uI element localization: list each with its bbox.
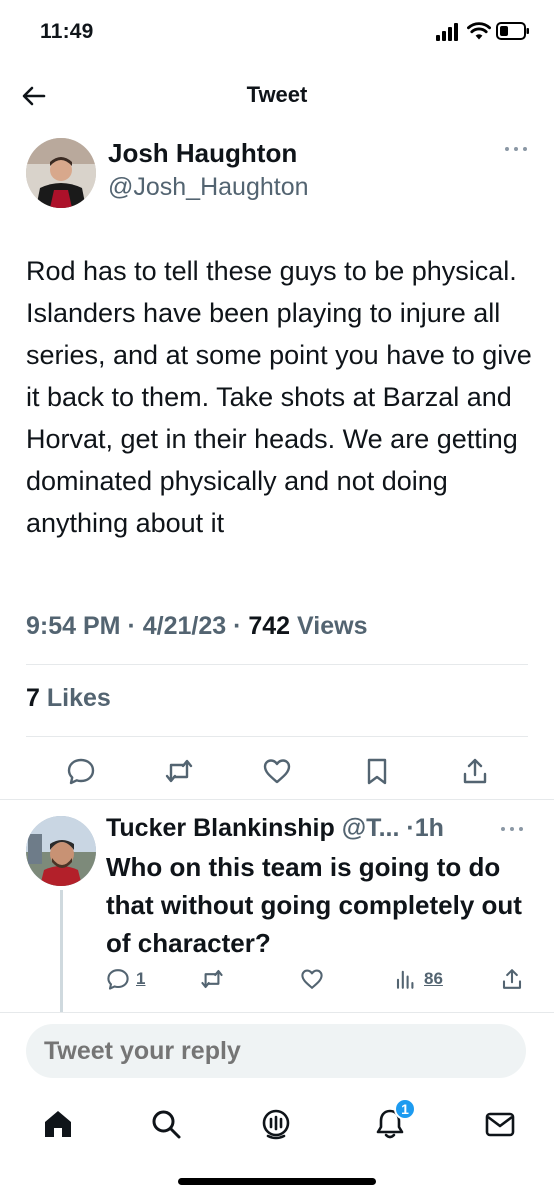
home-indicator	[178, 1178, 376, 1185]
like-heart-icon[interactable]	[262, 756, 292, 786]
meta-separator: ·	[127, 612, 143, 640]
battery-icon	[496, 22, 529, 40]
views-count[interactable]: 742	[248, 612, 290, 640]
cellular-signal-icon	[436, 23, 462, 41]
likes-label[interactable]: Likes	[47, 684, 111, 712]
home-icon[interactable]	[40, 1106, 76, 1142]
reply-header: Tucker Blankinship @T... ·1h	[106, 814, 444, 843]
likes-summary[interactable]: 7 Likes	[26, 684, 111, 713]
reply-like-button[interactable]	[300, 964, 324, 994]
status-time: 11:49	[40, 20, 94, 43]
spaces-icon[interactable]	[258, 1106, 294, 1142]
reply-author-name[interactable]: Tucker Blankinship	[106, 814, 335, 842]
divider	[26, 736, 528, 737]
reply-icon[interactable]	[66, 756, 96, 786]
retweet-icon	[201, 969, 223, 989]
reply-author-handle[interactable]: @T...	[342, 814, 400, 842]
analytics-bars-icon	[396, 970, 414, 989]
reply-reply-button[interactable]: 1	[106, 964, 145, 994]
views-label[interactable]: Views	[297, 612, 367, 640]
reply-age: 1h	[414, 814, 444, 842]
share-icon[interactable]	[460, 756, 490, 786]
notifications-badge: 1	[394, 1098, 416, 1120]
like-heart-icon	[301, 969, 323, 989]
bottom-tab-bar	[0, 1096, 554, 1152]
status-bar: 11:49	[0, 0, 554, 64]
divider	[26, 664, 528, 665]
divider	[0, 1012, 554, 1013]
top-nav: Tweet	[0, 64, 554, 128]
reply-author-avatar[interactable]	[26, 816, 96, 886]
reply-retweet-button[interactable]	[200, 964, 224, 994]
search-icon[interactable]	[148, 1106, 184, 1142]
more-options-icon[interactable]	[502, 142, 530, 156]
messages-envelope-icon[interactable]	[482, 1106, 518, 1142]
tweet-time: 9:54 PM	[26, 612, 121, 640]
reply-icon	[107, 969, 129, 990]
divider	[0, 799, 554, 800]
share-icon	[502, 969, 522, 989]
tweet-meta: 9:54 PM · 4/21/23 · 742 Views	[26, 612, 367, 641]
author-avatar[interactable]	[26, 138, 96, 208]
tweet-date: 4/21/23	[142, 612, 227, 640]
reply-share-button[interactable]	[500, 964, 524, 994]
reply-action-bar: 1 86	[0, 964, 554, 996]
tweet-action-bar	[0, 752, 554, 792]
page-title: Tweet	[246, 82, 308, 107]
author-name[interactable]: Josh Haughton	[108, 138, 297, 169]
meta-separator: ·	[233, 612, 249, 640]
author-handle[interactable]: @Josh_Haughton	[108, 173, 309, 202]
reply-reply-count: 1	[136, 969, 146, 988]
reply-more-options-icon[interactable]	[498, 822, 526, 836]
tweet-text: Rod has to tell these guys to be physica…	[26, 256, 532, 538]
retweet-icon[interactable]	[164, 756, 194, 786]
reply-views-count: 86	[424, 969, 443, 988]
likes-count[interactable]: 7	[26, 684, 40, 712]
bookmark-icon[interactable]	[362, 756, 392, 786]
reply-views-button[interactable]: 86	[394, 964, 443, 994]
wifi-icon	[467, 22, 491, 40]
tweet-author: Josh Haughton @Josh_Haughton	[26, 138, 536, 218]
tweet-reply-input[interactable]	[26, 1024, 526, 1078]
reply-separator: ·	[406, 814, 415, 842]
reply-text: Who on this team is going to do that wit…	[106, 852, 522, 958]
